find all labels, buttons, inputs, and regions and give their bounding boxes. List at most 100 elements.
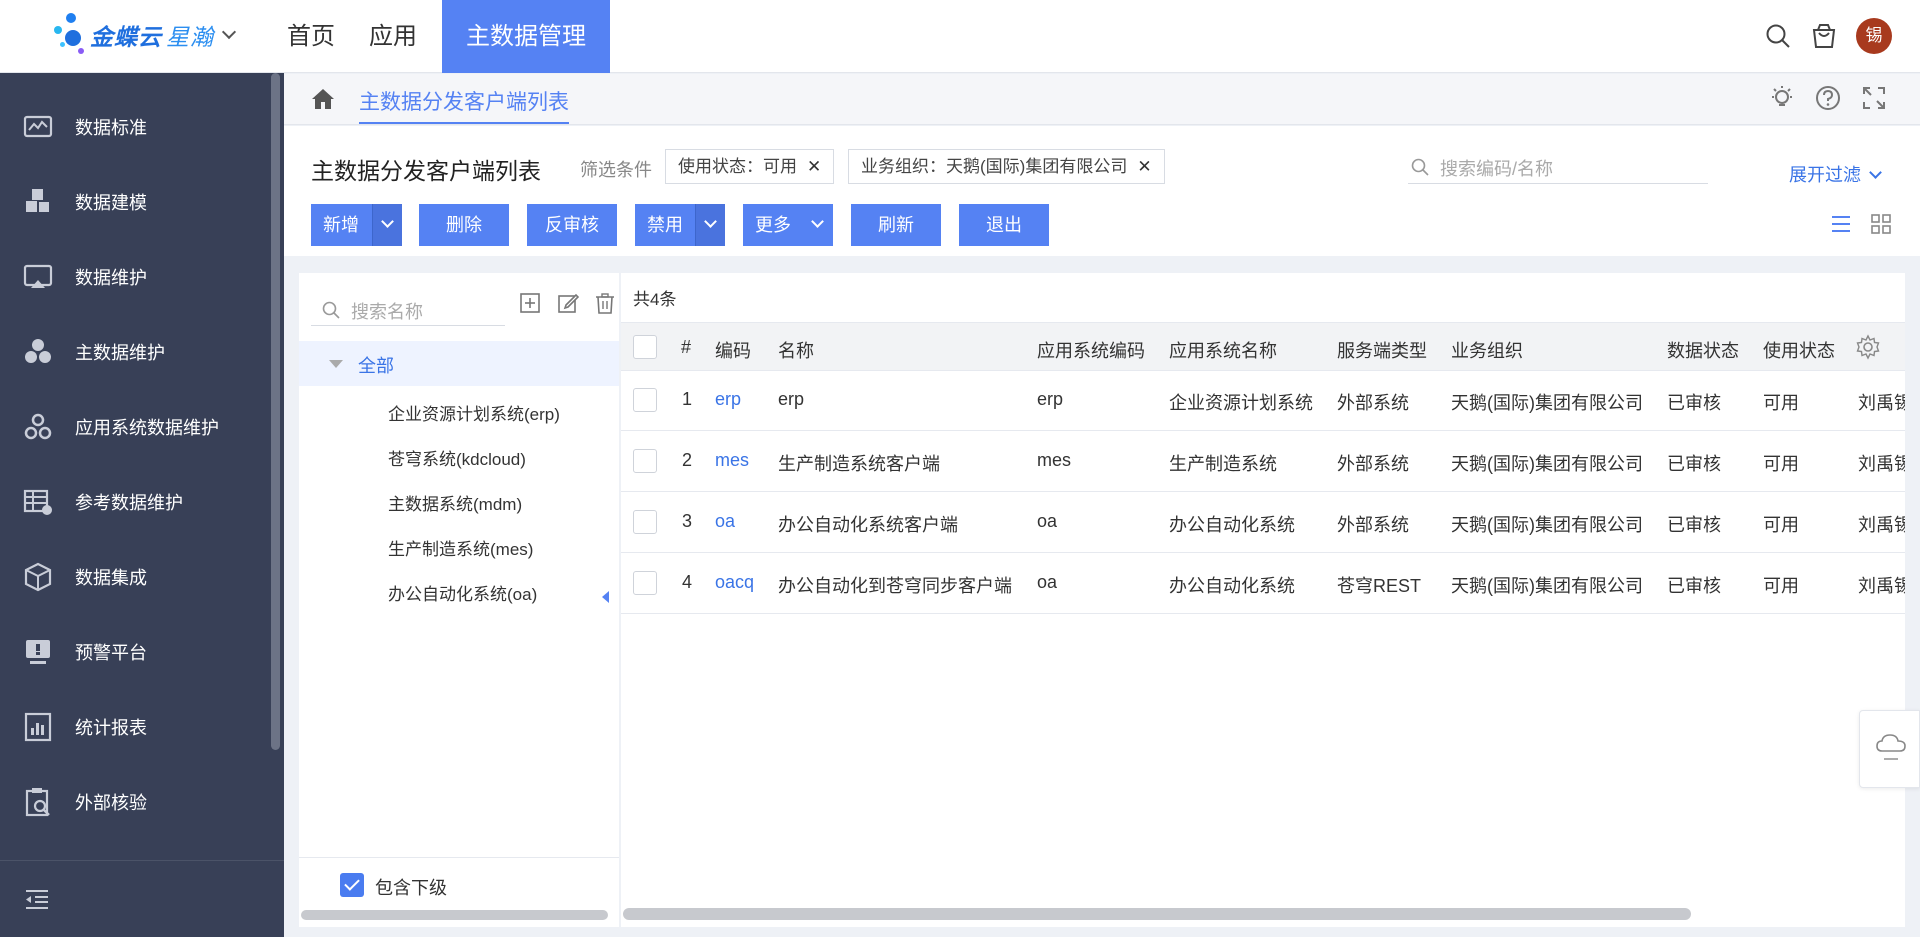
- breadcrumb: 主数据分发客户端列表: [284, 74, 1920, 125]
- sidebar-item-external-verify[interactable]: 外部核验: [0, 764, 270, 839]
- nav-apps[interactable]: 应用: [352, 0, 434, 73]
- floating-assistant[interactable]: [1859, 710, 1920, 788]
- sidebar-item-statistics[interactable]: 统计报表: [0, 689, 270, 764]
- top-bar: 金蝶云 星瀚 首页 应用 主数据管理 锡: [0, 0, 1920, 73]
- search-input[interactable]: 搜索编码/名称: [1408, 150, 1708, 184]
- row-checkbox[interactable]: [633, 510, 657, 534]
- category-tree: 搜索名称 全部 企业资源计划系统(erp) 苍穹系统(kdcloud) 主数据系…: [299, 273, 631, 927]
- row-creator: 刘禹锡: [1858, 393, 1905, 413]
- disable-button[interactable]: 禁用: [635, 204, 725, 246]
- sidebar-scrollbar[interactable]: [271, 73, 280, 750]
- chevron-down-icon[interactable]: [221, 24, 237, 40]
- sidebar-item-reference-data[interactable]: 参考数据维护: [0, 464, 270, 539]
- row-server-type: 外部系统: [1337, 393, 1409, 413]
- row-code-link[interactable]: oacq: [715, 572, 754, 593]
- close-icon[interactable]: ✕: [1137, 157, 1151, 176]
- arrow-left-icon[interactable]: [600, 590, 610, 604]
- card-view-icon[interactable]: [1869, 212, 1893, 236]
- sidebar-item-master-data[interactable]: 主数据维护: [0, 314, 270, 389]
- table-row[interactable]: 3 oa 办公自动化系统客户端 oa 办公自动化系统 外部系统 天鹅(国际)集团…: [621, 493, 1905, 553]
- expand-filter-button[interactable]: 展开过滤: [1789, 161, 1882, 187]
- tree-node-mes[interactable]: 生产制造系统(mes): [388, 535, 533, 560]
- fullscreen-icon[interactable]: [1860, 84, 1888, 112]
- search-icon[interactable]: [1764, 22, 1792, 50]
- header-use-status[interactable]: 使用状态: [1763, 337, 1835, 363]
- tree-node-mdm[interactable]: 主数据系统(mdm): [388, 490, 522, 515]
- exit-button[interactable]: 退出: [959, 204, 1049, 246]
- include-sub-checkbox[interactable]: [340, 873, 364, 897]
- delete-button[interactable]: 删除: [419, 204, 509, 246]
- sidebar-item-data-modeling[interactable]: 数据建模: [0, 164, 270, 239]
- row-code-link[interactable]: oa: [715, 511, 735, 532]
- refresh-button[interactable]: 刷新: [851, 204, 941, 246]
- chevron-down-icon: [1869, 166, 1882, 179]
- cloud-icon: [1876, 734, 1906, 760]
- sidebar-item-data-standard[interactable]: 数据标准: [0, 89, 270, 164]
- column-settings-icon[interactable]: [1854, 333, 1882, 361]
- row-app-name: 办公自动化系统: [1169, 576, 1295, 596]
- brand-logo[interactable]: 金蝶云 星瀚: [50, 10, 237, 60]
- row-index: 3: [682, 511, 693, 531]
- close-icon[interactable]: ✕: [807, 157, 821, 176]
- add-button[interactable]: 新增: [311, 204, 402, 246]
- sidebar-item-alert-platform[interactable]: 预警平台: [0, 614, 270, 689]
- header-app-code[interactable]: 应用系统编码: [1037, 337, 1145, 363]
- table-row[interactable]: 1 erp erp erp 企业资源计划系统 外部系统 天鹅(国际)集团有限公司…: [621, 371, 1905, 431]
- table-row[interactable]: 2 mes 生产制造系统客户端 mes 生产制造系统 外部系统 天鹅(国际)集团…: [621, 432, 1905, 492]
- row-code-link[interactable]: mes: [715, 450, 749, 471]
- sidebar-item-data-integration[interactable]: 数据集成: [0, 539, 270, 614]
- header-code[interactable]: 编码: [715, 337, 751, 363]
- header-app-name[interactable]: 应用系统名称: [1169, 337, 1277, 363]
- table-row[interactable]: 4 oacq 办公自动化到苍穹同步客户端 oa 办公自动化系统 苍穹REST 天…: [621, 554, 1905, 614]
- clipboard-search-icon: [25, 787, 50, 816]
- select-all-checkbox[interactable]: [633, 335, 657, 359]
- row-checkbox[interactable]: [633, 571, 657, 595]
- nav-master-data[interactable]: 主数据管理: [442, 0, 610, 73]
- row-use-status: 可用: [1763, 454, 1799, 474]
- chevron-down-icon[interactable]: [803, 204, 833, 246]
- row-checkbox[interactable]: [633, 449, 657, 473]
- client-table: 共4条 # 编码 名称 应用系统编码 应用系统名称 服务端类型 业务组织 数据状…: [621, 273, 1905, 927]
- include-sub-label: 包含下级: [375, 878, 447, 898]
- collapse-menu-icon[interactable]: [24, 888, 50, 910]
- help-icon[interactable]: [1814, 84, 1842, 112]
- header-server-type[interactable]: 服务端类型: [1337, 337, 1427, 363]
- edit-icon[interactable]: [557, 292, 579, 314]
- row-business-org: 天鹅(国际)集团有限公司: [1451, 393, 1643, 413]
- row-index: 2: [682, 450, 693, 470]
- row-checkbox[interactable]: [633, 388, 657, 412]
- row-data-status: 已审核: [1667, 515, 1721, 535]
- chevron-down-icon[interactable]: [372, 204, 402, 246]
- header-business-org[interactable]: 业务组织: [1451, 337, 1523, 363]
- sidebar-item-data-maintenance[interactable]: 数据维护: [0, 239, 270, 314]
- more-button[interactable]: 更多: [743, 204, 833, 246]
- avatar[interactable]: 锡: [1856, 18, 1892, 54]
- chevron-down-icon[interactable]: [695, 204, 725, 246]
- tree-node-kdcloud[interactable]: 苍穹系统(kdcloud): [388, 445, 526, 470]
- table-scrollbar[interactable]: [623, 908, 1691, 920]
- tab-client-list[interactable]: 主数据分发客户端列表: [359, 86, 569, 124]
- tree-node-all[interactable]: 全部: [299, 341, 619, 386]
- nav-home[interactable]: 首页: [270, 0, 352, 73]
- header-data-status[interactable]: 数据状态: [1667, 337, 1739, 363]
- tree-node-oa[interactable]: 办公自动化系统(oa): [388, 580, 537, 605]
- filter-chip-use-status[interactable]: 使用状态：可用 ✕: [665, 149, 835, 184]
- unaudit-button[interactable]: 反审核: [527, 204, 617, 246]
- header-name[interactable]: 名称: [778, 337, 814, 363]
- caret-down-icon[interactable]: [329, 360, 343, 368]
- tree-scrollbar[interactable]: [301, 910, 608, 920]
- tree-search-input[interactable]: 搜索名称: [311, 291, 505, 326]
- lightbulb-icon[interactable]: [1768, 84, 1796, 112]
- blocks-icon: [26, 188, 49, 212]
- home-icon[interactable]: [310, 86, 336, 112]
- gears-icon: [24, 413, 52, 439]
- tree-node-erp[interactable]: 企业资源计划系统(erp): [388, 400, 560, 425]
- add-node-icon[interactable]: [519, 292, 541, 314]
- row-code-link[interactable]: erp: [715, 389, 741, 410]
- filter-chip-business-org[interactable]: 业务组织：天鹅(国际)集团有限公司 ✕: [848, 149, 1165, 184]
- sidebar-item-app-system-data[interactable]: 应用系统数据维护: [0, 389, 270, 464]
- trash-icon[interactable]: [594, 292, 616, 314]
- row-creator: 刘禹锡: [1858, 515, 1905, 535]
- list-view-icon[interactable]: [1829, 212, 1853, 236]
- bag-icon[interactable]: [1810, 22, 1838, 50]
